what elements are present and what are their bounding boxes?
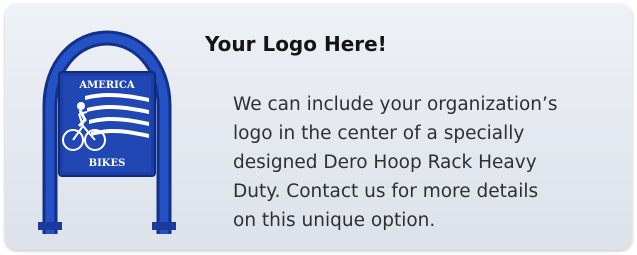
description-line: logo in the center of a specially: [233, 123, 525, 144]
logo-bottom-text: BIKES: [89, 158, 126, 169]
card-description: We can include your organization’s logo …: [233, 90, 633, 235]
description-line: on this unique option.: [233, 210, 436, 231]
logo-top-text: AMERICA: [78, 80, 134, 91]
description-line: We can include your organization’s: [233, 94, 558, 115]
info-card: AMERICA BIKES Your Logo Here! We can inc…: [5, 4, 632, 250]
bike-rack-icon: AMERICA BIKES: [38, 30, 176, 234]
description-line: designed Dero Hoop Rack Heavy: [233, 152, 537, 173]
card-heading: Your Logo Here!: [205, 32, 387, 56]
description-line: Duty. Contact us for more details: [233, 181, 539, 202]
